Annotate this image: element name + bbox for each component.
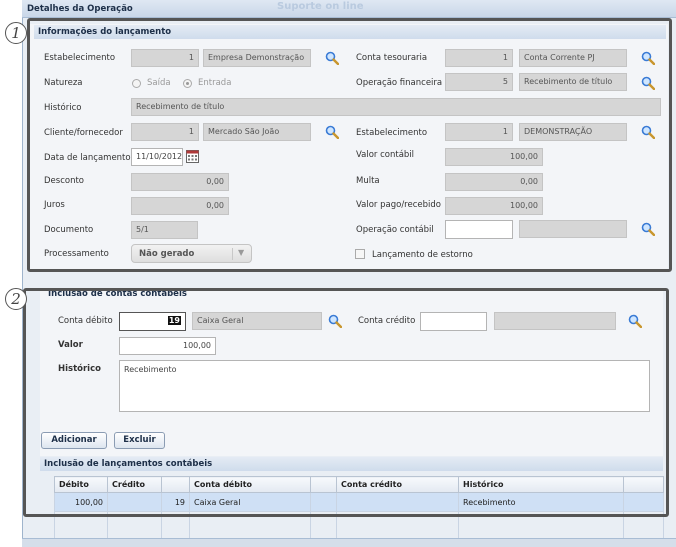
annotation-number-1: 1 bbox=[5, 22, 27, 44]
annotation-number-2: 2 bbox=[5, 288, 27, 310]
annotation-frame-1 bbox=[27, 18, 672, 272]
window-title: Detalhes da Operação bbox=[27, 4, 133, 14]
title-bar: Detalhes da Operação Suporte on line bbox=[22, 0, 676, 18]
annotation-frame-2 bbox=[23, 288, 669, 517]
background-header-text: Suporte on line bbox=[277, 1, 364, 12]
